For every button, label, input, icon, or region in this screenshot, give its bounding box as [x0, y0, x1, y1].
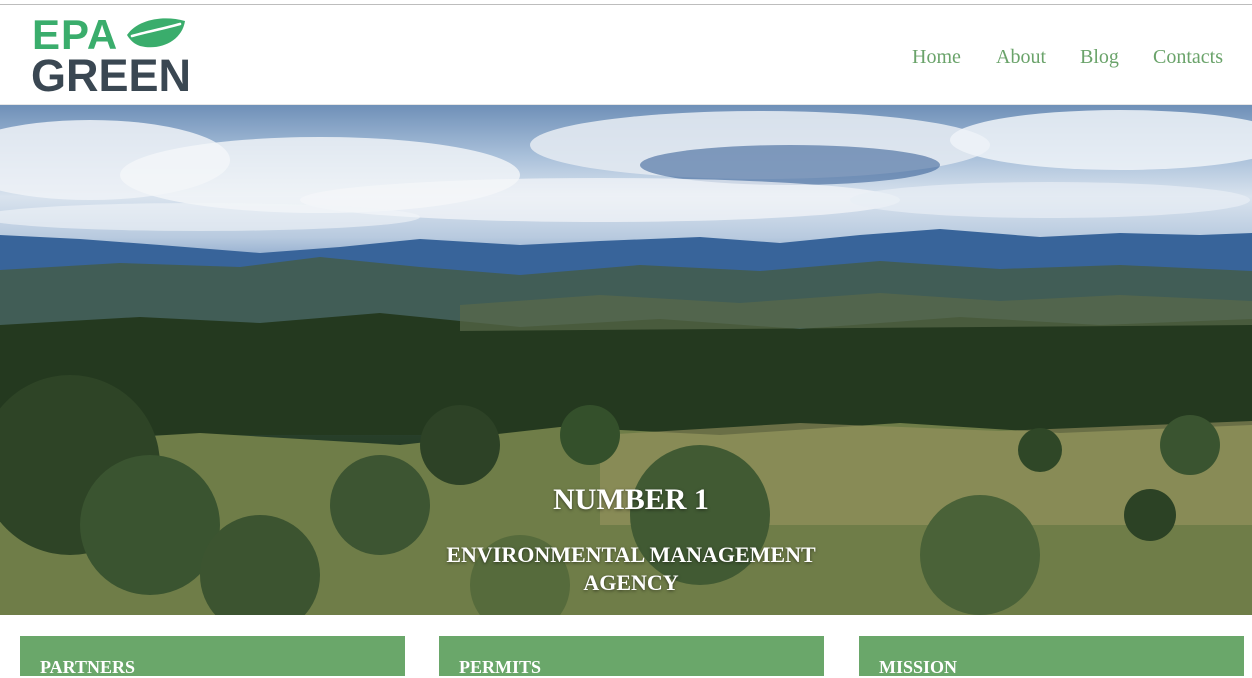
nav-about[interactable]: About	[996, 46, 1046, 69]
logo[interactable]: EPA GREEN	[31, 13, 202, 99]
nav-home[interactable]: Home	[912, 46, 961, 69]
card-partners[interactable]: PARTNERS	[20, 636, 405, 677]
hero-title: NUMBER 1	[553, 483, 709, 516]
card-mission[interactable]: MISSION	[859, 636, 1244, 677]
nav-contacts[interactable]: Contacts	[1153, 46, 1223, 69]
site-header: EPA GREEN Home About Blog Contacts	[0, 5, 1252, 105]
leaf-icon	[127, 18, 185, 48]
feature-cards: PARTNERS PERMITS MISSION	[0, 636, 1252, 677]
logo-text-green: GREEN	[31, 50, 192, 101]
hero-banner: NUMBER 1 ENVIRONMENTAL MANAGEMENT AGENCY	[0, 105, 1252, 615]
nav-blog[interactable]: Blog	[1080, 46, 1119, 69]
hero-subtitle: ENVIRONMENTAL MANAGEMENT AGENCY	[446, 542, 816, 595]
card-permits[interactable]: PERMITS	[439, 636, 824, 677]
hero-landscape-image	[0, 110, 1252, 615]
